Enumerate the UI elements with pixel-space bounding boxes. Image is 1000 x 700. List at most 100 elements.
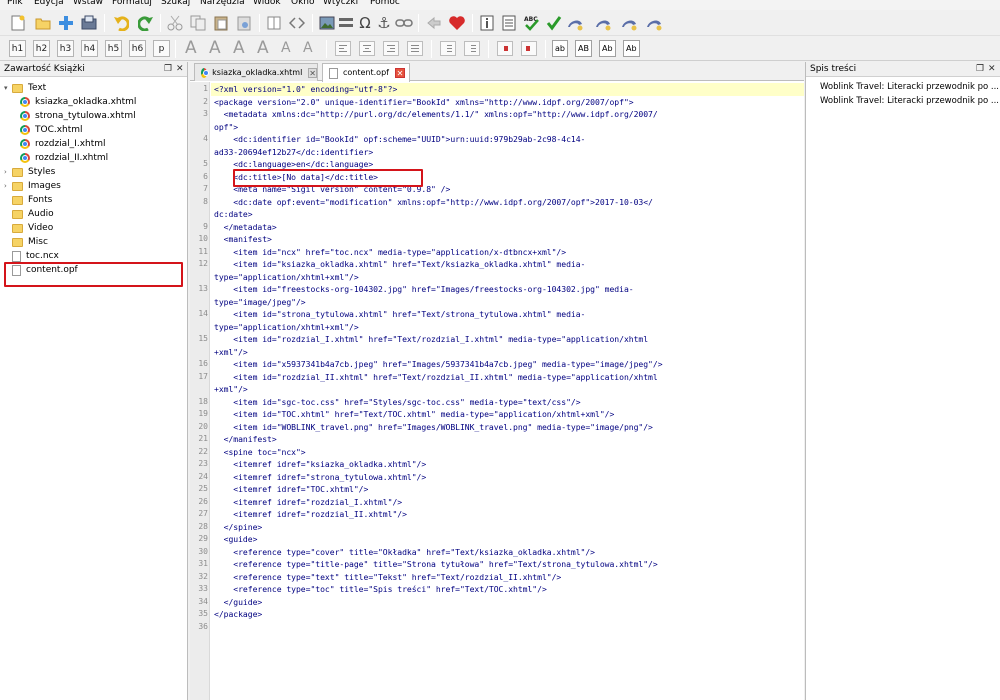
cut-icon[interactable] — [166, 14, 184, 32]
save-icon[interactable] — [80, 14, 98, 32]
expand-arrow-icon[interactable]: ▾ — [4, 81, 12, 95]
toc-entry[interactable]: Woblink Travel: Literacki przewodnik po … — [820, 81, 999, 93]
toc-entry[interactable]: Woblink Travel: Literacki przewodnik po … — [820, 95, 999, 107]
superscript-icon[interactable]: A — [303, 38, 313, 58]
subscript-icon[interactable]: A — [281, 38, 291, 58]
line-number: 8 — [203, 196, 208, 206]
tree-folder-video[interactable]: Video — [12, 221, 53, 235]
paragraph-button[interactable]: p — [153, 40, 170, 57]
insert-symbol-icon[interactable]: Ω — [356, 14, 374, 32]
code-view-icon[interactable] — [288, 14, 306, 32]
decrease-indent-icon[interactable] — [497, 41, 513, 56]
code-line: <item id="x5937341b4a7cb.jpeg" href="Ima… — [214, 359, 663, 369]
bullet-list-icon[interactable] — [464, 41, 480, 56]
html-file-icon — [20, 97, 30, 107]
titlecase-button[interactable]: Ab — [599, 40, 616, 57]
new-file-icon[interactable] — [9, 14, 27, 32]
insert-section-icon[interactable] — [337, 14, 355, 32]
tree-item-toc-ncx[interactable]: toc.ncx — [12, 249, 59, 263]
meta-editor-heart-icon[interactable] — [448, 14, 466, 32]
code-line: <itemref idref="rozdzial_II.xhtml"/> — [214, 509, 407, 519]
float-panel-icon[interactable]: ❐ — [976, 62, 984, 77]
plugin-icon[interactable] — [645, 14, 663, 32]
code-line: type="image/jpeg"/> — [214, 296, 306, 307]
toc-list-icon[interactable] — [500, 14, 518, 32]
float-panel-icon[interactable]: ❐ — [164, 62, 172, 77]
paste-icon[interactable] — [212, 14, 230, 32]
split-chapter-icon[interactable] — [265, 14, 283, 32]
copy-icon[interactable] — [189, 14, 207, 32]
back-arrow-icon[interactable] — [425, 14, 443, 32]
line-number: 4 — [203, 134, 208, 143]
spellcheck-icon[interactable]: ABC — [523, 14, 541, 32]
collapse-arrow-icon[interactable]: › — [4, 179, 12, 193]
tab-ksiazka-okladka[interactable]: ksiazka_okladka.xhtml ✕ — [194, 63, 318, 81]
code-line: <package version="2.0" unique-identifier… — [214, 96, 634, 107]
strikethrough-icon[interactable]: A — [257, 38, 269, 58]
tree-item-strona-tytulowa[interactable]: strona_tytulowa.xhtml — [20, 109, 136, 123]
add-file-icon[interactable] — [57, 14, 75, 32]
align-center-icon[interactable] — [359, 41, 375, 56]
code-line: opf"> — [214, 121, 239, 132]
align-justify-icon[interactable] — [407, 41, 423, 56]
open-folder-icon[interactable] — [34, 14, 52, 32]
increase-indent-icon[interactable] — [521, 41, 537, 56]
menu-szukaj[interactable]: Szukaj — [161, 0, 190, 8]
tree-folder-fonts[interactable]: Fonts — [12, 193, 52, 207]
report-icon[interactable] — [620, 14, 638, 32]
close-tab-icon[interactable]: ✕ — [394, 68, 405, 78]
tree-folder-misc[interactable]: Misc — [12, 235, 48, 249]
validate-icon[interactable] — [545, 14, 563, 32]
tree-folder-images[interactable]: › Images — [4, 179, 61, 193]
tree-folder-text[interactable]: ▾ Text — [4, 81, 46, 95]
epub-check-icon[interactable] — [594, 14, 612, 32]
insert-image-icon[interactable] — [318, 14, 336, 32]
menu-wtyczki[interactable]: Wtyczki — [323, 0, 358, 8]
heading-2-button[interactable]: h2 — [33, 40, 50, 57]
tree-item-rozdzial-ii[interactable]: rozdzial_II.xhtml — [20, 151, 108, 165]
paste-special-icon[interactable] — [235, 14, 253, 32]
menu-widok[interactable]: Widok — [253, 0, 281, 8]
tree-item-ksiazka-okladka[interactable]: ksiazka_okladka.xhtml — [20, 95, 136, 109]
bold-icon[interactable]: A — [185, 38, 197, 58]
heading-3-button[interactable]: h3 — [57, 40, 74, 57]
tab-content-opf[interactable]: content.opf ✕ — [322, 63, 410, 82]
tree-folder-styles[interactable]: › Styles — [4, 165, 55, 179]
code-line: </manifest> — [214, 434, 277, 444]
menu-narzedzia[interactable]: Narzędzia — [200, 0, 245, 8]
numbered-list-icon[interactable] — [440, 41, 456, 56]
line-number: 18 — [198, 396, 208, 406]
redo-icon[interactable] — [137, 14, 155, 32]
menu-plik[interactable]: Plik — [7, 0, 23, 8]
close-panel-icon[interactable]: ✕ — [988, 62, 996, 77]
tree-item-rozdzial-i[interactable]: rozdzial_I.xhtml — [20, 137, 106, 151]
heading-6-button[interactable]: h6 — [129, 40, 146, 57]
insert-link-icon[interactable] — [395, 14, 413, 32]
uppercase-button[interactable]: AB — [575, 40, 592, 57]
menu-okno[interactable]: Okno — [291, 0, 315, 8]
capitalize-button[interactable]: Ab — [623, 40, 640, 57]
undo-icon[interactable] — [112, 14, 130, 32]
align-left-icon[interactable] — [335, 41, 351, 56]
close-tab-icon[interactable]: ✕ — [308, 67, 317, 78]
tree-folder-audio[interactable]: Audio — [12, 207, 54, 221]
italic-icon[interactable]: A — [209, 38, 221, 58]
heading-5-button[interactable]: h5 — [105, 40, 122, 57]
menu-wstaw[interactable]: Wstaw — [73, 0, 103, 8]
underline-icon[interactable]: A — [233, 38, 245, 58]
lowercase-button[interactable]: ab — [552, 40, 568, 57]
well-formed-check-icon[interactable] — [566, 14, 584, 32]
align-right-icon[interactable] — [383, 41, 399, 56]
collapse-arrow-icon[interactable]: › — [4, 165, 12, 179]
book-info-icon[interactable] — [478, 14, 496, 32]
insert-anchor-icon[interactable]: ⚓ — [375, 14, 393, 32]
close-panel-icon[interactable]: ✕ — [176, 62, 184, 77]
heading-4-button[interactable]: h4 — [81, 40, 98, 57]
menu-pomoc[interactable]: Pomoc — [370, 0, 400, 8]
menu-formatuj[interactable]: Formatuj — [112, 0, 152, 8]
line-number: 23 — [198, 459, 208, 468]
heading-1-button[interactable]: h1 — [9, 40, 26, 57]
line-number: 20 — [198, 421, 208, 431]
menu-edycja[interactable]: Edycja — [34, 0, 64, 8]
tree-item-toc-xhtml[interactable]: TOC.xhtml — [20, 123, 83, 137]
